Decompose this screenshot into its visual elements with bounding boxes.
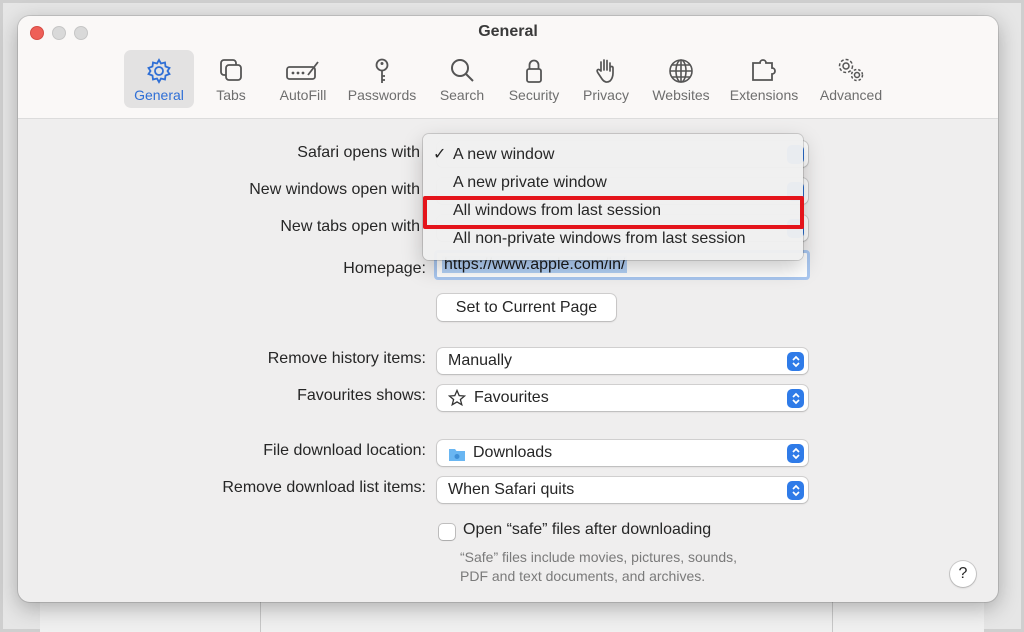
open-safe-files-label: Open “safe” files after downloading	[463, 521, 712, 538]
magnifier-icon	[451, 59, 474, 82]
homepage-label: Homepage:	[343, 260, 426, 277]
tabs-icon	[220, 59, 242, 81]
remove-download-label: Remove download list items:	[222, 479, 426, 496]
tab-extensions[interactable]: Extensions	[724, 50, 804, 108]
new-tabs-label: New tabs open with	[280, 218, 420, 235]
remove-history-popup[interactable]: Manually	[437, 348, 808, 374]
lock-icon	[526, 59, 542, 83]
tab-label: Security	[508, 87, 560, 103]
safe-note-line: PDF and text documents, and archives.	[460, 568, 706, 584]
new-windows-label: New windows open with	[249, 181, 420, 198]
remove-history-label: Remove history items:	[267, 350, 426, 367]
tab-tabs[interactable]: Tabs	[201, 50, 261, 108]
tab-general[interactable]: General	[124, 50, 194, 108]
safe-note-line: “Safe” files include movies, pictures, s…	[460, 549, 738, 565]
tab-websites[interactable]: Websites	[646, 50, 716, 108]
tab-label: Search	[439, 87, 485, 103]
stepper-icon	[787, 352, 804, 371]
tab-label: General	[134, 87, 184, 103]
puzzle-icon	[752, 59, 776, 81]
popup-value: Downloads	[473, 444, 553, 461]
tab-label: AutoFill	[279, 87, 327, 103]
gear-icon	[147, 58, 171, 84]
menu-item-label: A new private window	[453, 174, 607, 191]
checkmark-icon: ✓	[433, 146, 447, 163]
autofill-icon	[286, 61, 319, 80]
star-icon	[447, 388, 467, 416]
favourites-label: Favourites shows:	[297, 387, 426, 404]
safari-opens-with-label: Safari opens with	[297, 144, 420, 161]
hand-icon	[596, 59, 614, 83]
popup-value: Favourites	[474, 389, 549, 406]
tab-label: Advanced	[819, 87, 883, 103]
popup-value: Manually	[448, 352, 513, 369]
background-divider	[832, 600, 833, 632]
background-window-strip	[40, 600, 984, 632]
tab-advanced[interactable]: Advanced	[812, 50, 890, 108]
preferences-window: General General Tabs AutoFill Passwords …	[18, 16, 998, 602]
tab-security[interactable]: Security	[502, 50, 566, 108]
annotation-highlight-box	[423, 196, 804, 229]
set-current-page-button[interactable]: Set to Current Page	[437, 294, 616, 321]
stepper-icon	[787, 481, 804, 500]
tab-label: Websites	[652, 87, 710, 103]
menu-item-new-window[interactable]: ✓ A new window	[423, 141, 803, 169]
tab-search[interactable]: Search	[432, 50, 492, 108]
tab-label: Extensions	[729, 87, 799, 103]
safe-files-note: “Safe” files include movies, pictures, s…	[460, 548, 737, 586]
titlebar: General General Tabs AutoFill Passwords …	[18, 16, 998, 119]
menu-item-new-private-window[interactable]: A new private window	[423, 169, 803, 197]
background-divider	[260, 600, 261, 632]
open-safe-files-checkbox[interactable]	[439, 524, 455, 540]
stepper-icon	[787, 444, 804, 463]
key-icon	[375, 58, 389, 83]
tab-label: Passwords	[347, 87, 417, 103]
globe-icon	[669, 59, 693, 83]
download-location-popup[interactable]: Downloads	[437, 440, 808, 466]
help-button[interactable]: ?	[950, 561, 976, 587]
download-location-label: File download location:	[263, 442, 426, 459]
stepper-icon	[787, 389, 804, 408]
gears-icon	[838, 58, 864, 82]
tab-passwords[interactable]: Passwords	[342, 50, 422, 108]
tab-label: Privacy	[583, 87, 629, 103]
tab-label: Tabs	[216, 87, 246, 103]
window-title: General	[478, 23, 538, 40]
menu-item-label: A new window	[453, 146, 555, 163]
menu-item-all-non-private-windows[interactable]: All non-private windows from last sessio…	[423, 225, 803, 253]
tab-autofill[interactable]: AutoFill	[270, 50, 336, 108]
preferences-toolbar: General Tabs AutoFill Passwords Search S…	[18, 50, 998, 110]
remove-download-popup[interactable]: When Safari quits	[437, 477, 808, 503]
tab-privacy[interactable]: Privacy	[574, 50, 638, 108]
menu-item-label: All non-private windows from last sessio…	[453, 230, 746, 247]
popup-value: When Safari quits	[448, 481, 575, 498]
folder-icon	[448, 445, 466, 471]
favourites-popup[interactable]: Favourites	[437, 385, 808, 411]
